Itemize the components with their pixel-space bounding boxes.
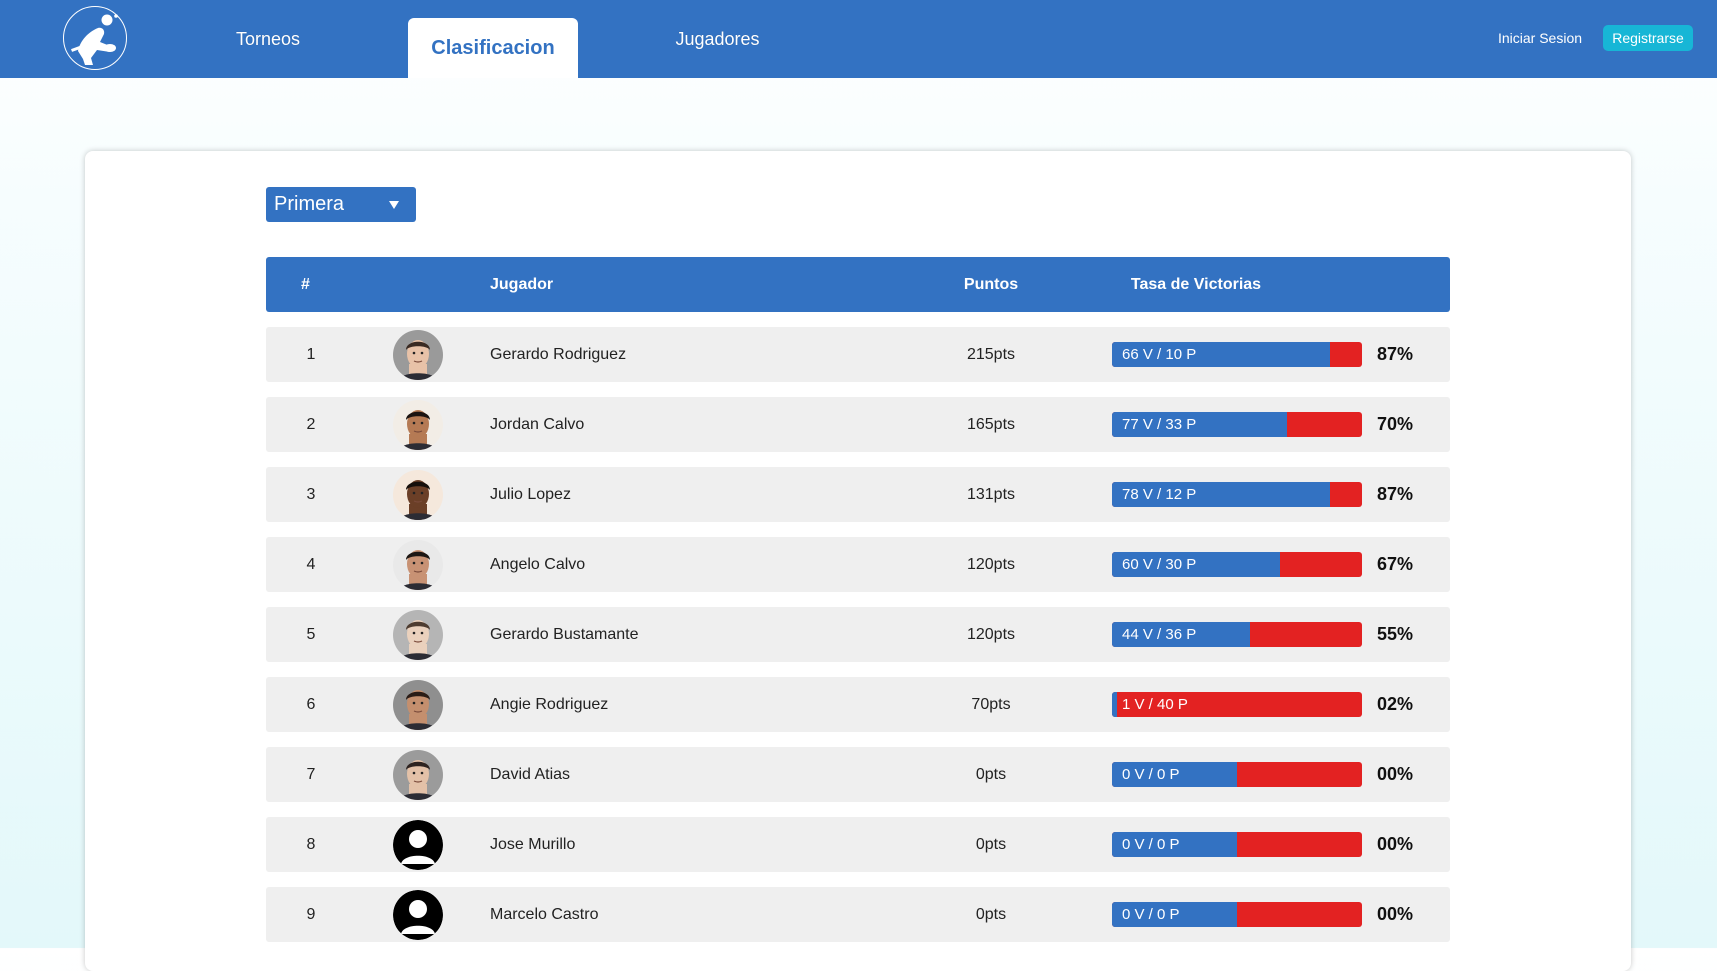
table-row[interactable]: 6 Angie Rodriguez 70pts 1 V / 40 P 02% <box>266 677 1450 732</box>
win-rate-percent: 00% <box>1377 764 1414 784</box>
win-loss-bar: 77 V / 33 P <box>1112 412 1362 437</box>
player-name[interactable]: David Atias <box>490 747 570 802</box>
rank-cell: 2 <box>306 415 316 433</box>
tab-jugadores[interactable]: Jugadores <box>660 0 775 78</box>
rank-cell: 5 <box>306 625 316 643</box>
division-select[interactable]: Primera <box>266 187 416 222</box>
player-name[interactable]: Angelo Calvo <box>490 537 585 592</box>
win-fill <box>1112 692 1117 717</box>
player-name[interactable]: Angie Rodriguez <box>490 677 608 732</box>
rank-cell: 9 <box>306 905 316 923</box>
caret-down-icon <box>389 201 399 209</box>
win-rate-percent: 00% <box>1377 834 1414 854</box>
header-points: Puntos <box>963 275 1019 293</box>
win-loss-bar: 44 V / 36 P <box>1112 622 1362 647</box>
avatar <box>393 470 443 520</box>
win-loss-record: 0 V / 0 P <box>1122 836 1180 853</box>
rank-cell: 6 <box>306 695 316 713</box>
table-row[interactable]: 1 Gerardo Rodriguez 215pts 66 V / 10 P 87% <box>266 327 1450 382</box>
win-rate-percent: 55% <box>1377 624 1414 644</box>
avatar <box>393 680 443 730</box>
win-rate-percent: 67% <box>1377 554 1414 574</box>
win-loss-record: 66 V / 10 P <box>1122 346 1197 363</box>
win-loss-bar: 0 V / 0 P <box>1112 902 1362 927</box>
table-row[interactable]: 4 Angelo Calvo 120pts 60 V / 30 P 67% <box>266 537 1450 592</box>
table-row[interactable]: 3 Julio Lopez 131pts 78 V / 12 P 87% <box>266 467 1450 522</box>
win-loss-record: 77 V / 33 P <box>1122 416 1197 433</box>
win-loss-bar: 66 V / 10 P <box>1112 342 1362 367</box>
player-name[interactable]: Jose Murillo <box>490 817 575 872</box>
avatar <box>393 330 443 380</box>
win-loss-bar: 0 V / 0 P <box>1112 762 1362 787</box>
header-player: Jugador <box>490 275 554 293</box>
tab-clasificacion[interactable]: Clasificacion <box>408 18 578 78</box>
points-cell: 120pts <box>966 625 1016 643</box>
player-name[interactable]: Marcelo Castro <box>490 887 598 942</box>
win-rate-percent: 00% <box>1377 904 1414 924</box>
win-rate-percent: 02% <box>1377 694 1414 714</box>
rank-cell: 3 <box>306 485 316 503</box>
points-cell: 0pts <box>975 765 1007 783</box>
division-select-value: Primera <box>274 193 345 215</box>
points-cell: 165pts <box>966 415 1016 433</box>
header-win-rate: Tasa de Victorias <box>1130 275 1262 293</box>
player-name[interactable]: Gerardo Rodriguez <box>490 327 626 382</box>
win-loss-record: 1 V / 40 P <box>1122 696 1188 713</box>
user-silhouette-icon <box>393 820 443 870</box>
rank-cell: 1 <box>306 345 316 363</box>
avatar <box>393 750 443 800</box>
points-cell: 0pts <box>975 835 1007 853</box>
player-name[interactable]: Gerardo Bustamante <box>490 607 639 662</box>
win-loss-record: 44 V / 36 P <box>1122 626 1197 643</box>
points-cell: 131pts <box>966 485 1016 503</box>
table-header: # Jugador Puntos Tasa de Victorias <box>266 257 1450 312</box>
rank-cell: 4 <box>306 555 316 573</box>
win-loss-bar: 1 V / 40 P <box>1112 692 1362 717</box>
rank-cell: 7 <box>306 765 316 783</box>
win-loss-record: 0 V / 0 P <box>1122 906 1180 923</box>
table-row[interactable]: 7 David Atias 0pts 0 V / 0 P 00% <box>266 747 1450 802</box>
table-row[interactable]: 8 Jose Murillo 0pts 0 V / 0 P 00% <box>266 817 1450 872</box>
top-navbar: Torneos Clasificacion Jugadores Iniciar … <box>0 0 1717 78</box>
table-row[interactable]: 9 Marcelo Castro 0pts 0 V / 0 P 00% <box>266 887 1450 942</box>
player-name[interactable]: Julio Lopez <box>490 467 571 522</box>
login-link[interactable]: Iniciar Sesion <box>1490 25 1590 51</box>
win-rate-percent: 87% <box>1377 484 1414 504</box>
user-silhouette-icon <box>393 890 443 940</box>
win-loss-record: 60 V / 30 P <box>1122 556 1197 573</box>
header-rank: # <box>301 275 310 293</box>
player-name[interactable]: Jordan Calvo <box>490 397 584 452</box>
win-loss-record: 78 V / 12 P <box>1122 486 1197 503</box>
avatar <box>393 610 443 660</box>
avatar <box>393 400 443 450</box>
table-tennis-logo-icon[interactable] <box>63 6 127 70</box>
points-cell: 70pts <box>971 695 1011 713</box>
table-row[interactable]: 2 Jordan Calvo 165pts 77 V / 33 P 70% <box>266 397 1450 452</box>
points-cell: 215pts <box>966 345 1016 363</box>
win-loss-record: 0 V / 0 P <box>1122 766 1180 783</box>
points-cell: 0pts <box>975 905 1007 923</box>
register-button[interactable]: Registrarse <box>1603 25 1693 51</box>
table-row[interactable]: 5 Gerardo Bustamante 120pts 44 V / 36 P 55% <box>266 607 1450 662</box>
win-rate-percent: 87% <box>1377 344 1414 364</box>
win-loss-bar: 0 V / 0 P <box>1112 832 1362 857</box>
points-cell: 120pts <box>966 555 1016 573</box>
win-rate-percent: 70% <box>1377 414 1414 434</box>
win-loss-bar: 60 V / 30 P <box>1112 552 1362 577</box>
rank-cell: 8 <box>306 835 316 853</box>
avatar <box>393 540 443 590</box>
tab-torneos[interactable]: Torneos <box>218 0 318 78</box>
win-loss-bar: 78 V / 12 P <box>1112 482 1362 507</box>
